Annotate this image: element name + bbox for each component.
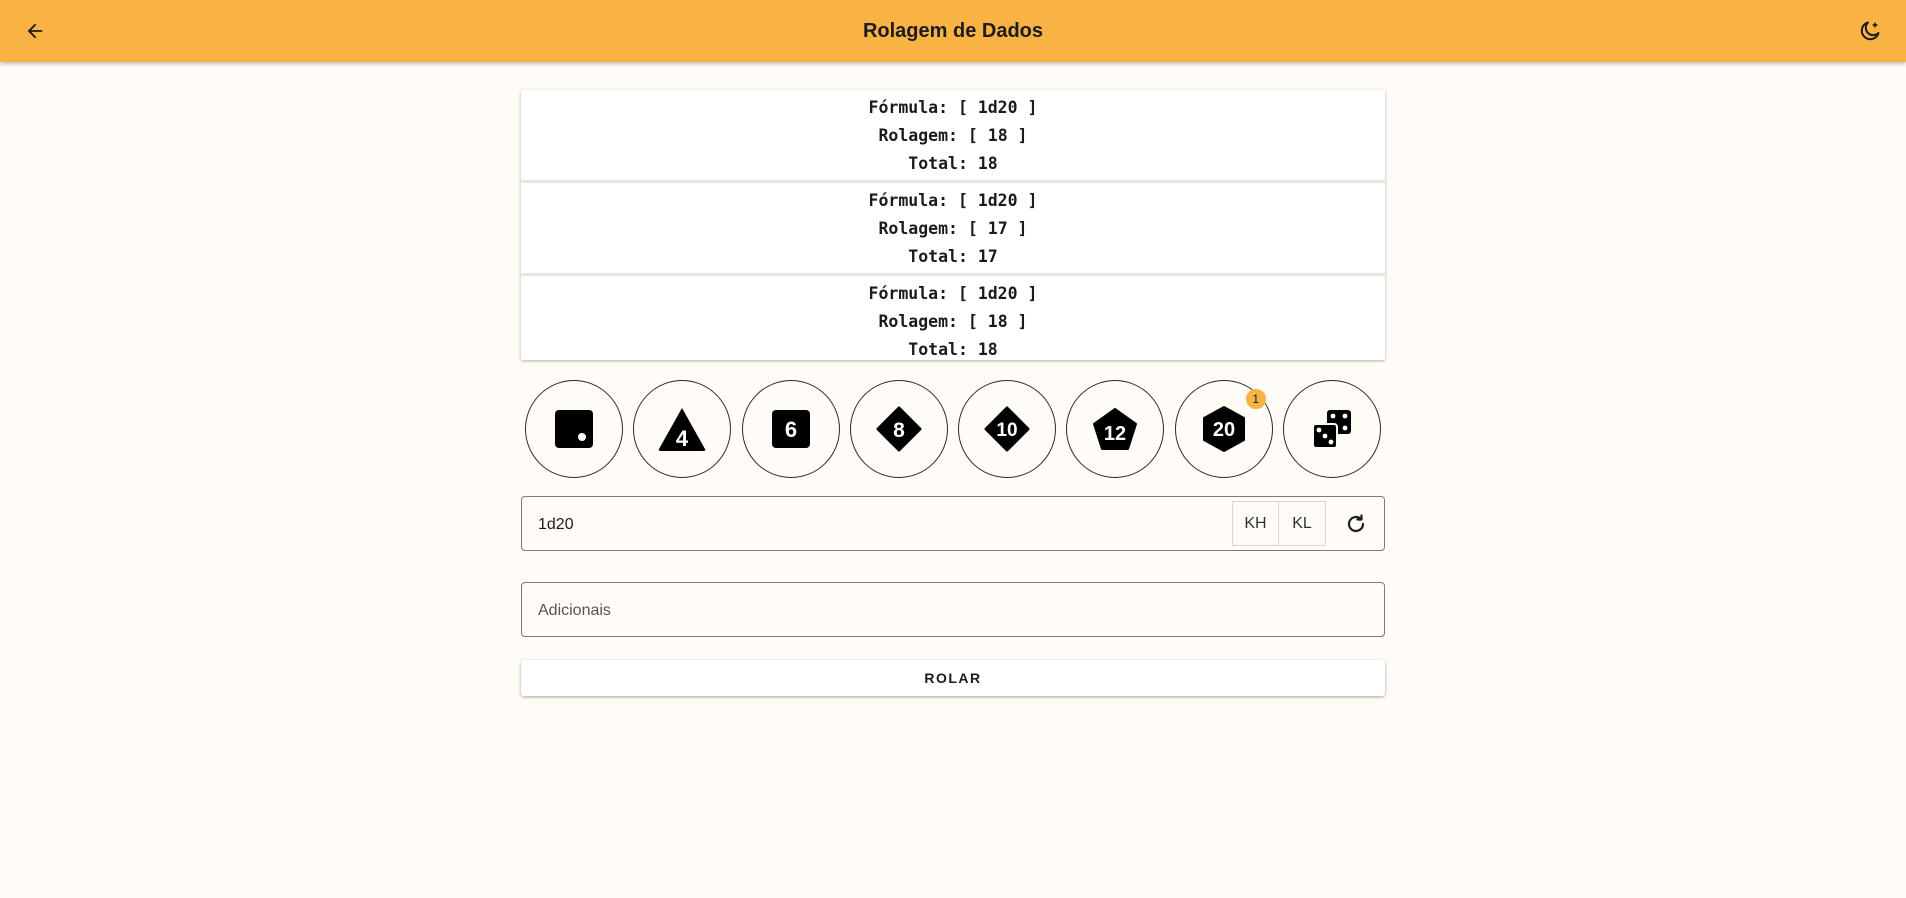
- dice-selector: 4 6 8 10 12 20 1: [525, 380, 1381, 480]
- d2-die-icon: [555, 410, 593, 448]
- roll-formula: Fórmula: [ 1d20 ]: [868, 191, 1038, 210]
- extras-input[interactable]: [536, 583, 1220, 638]
- formula-input[interactable]: [536, 497, 1220, 552]
- roll-formula: Fórmula: [ 1d20 ]: [868, 98, 1038, 117]
- d8-die-icon: 8: [876, 406, 922, 452]
- roll-total: Total: 17: [908, 247, 998, 266]
- app-bar: Rolagem de Dados: [0, 0, 1906, 62]
- roll-result: Fórmula: [ 1d20 ] Rolagem: [ 18 ] Total:…: [521, 90, 1385, 183]
- extras-field: [521, 582, 1385, 638]
- roll-history: Fórmula: [ 1d20 ] Rolagem: [ 18 ] Total:…: [521, 90, 1385, 360]
- d10-die-label: 10: [997, 420, 1018, 441]
- d8-die-button[interactable]: 8: [849, 380, 948, 478]
- roll-values: Rolagem: [ 18 ]: [878, 312, 1028, 331]
- roll-button[interactable]: ROLAR: [521, 660, 1385, 696]
- page-title: Rolagem de Dados: [862, 20, 1044, 42]
- formula-field: KH KL: [521, 496, 1385, 552]
- custom-dice-button[interactable]: [1282, 380, 1381, 478]
- d20-die-icon: 20: [1202, 406, 1245, 452]
- keep-toggle-group: KH KL: [1232, 501, 1326, 546]
- d2-die-button[interactable]: [525, 380, 623, 478]
- d20-die-button[interactable]: 20 1: [1174, 380, 1273, 478]
- custom-dice-icon: [1311, 410, 1351, 449]
- dark-mode-icon: [1860, 21, 1880, 41]
- back-button[interactable]: [18, 14, 52, 48]
- d10-die-icon: 10: [984, 406, 1030, 452]
- d4-die-label: 4: [676, 426, 689, 451]
- theme-toggle-button[interactable]: [1852, 13, 1888, 49]
- d20-die-label: 20: [1213, 419, 1235, 441]
- d12-die-button[interactable]: 12: [1066, 380, 1165, 478]
- roll-result: Fórmula: [ 1d20 ] Rolagem: [ 17 ] Total:…: [521, 183, 1385, 276]
- d6-die-button[interactable]: 6: [741, 380, 840, 478]
- d10-die-button[interactable]: 10: [958, 380, 1057, 478]
- roll-values: Rolagem: [ 17 ]: [878, 219, 1028, 238]
- roll-total: Total: 18: [908, 340, 998, 359]
- roll-total: Total: 18: [908, 154, 998, 173]
- d8-die-label: 8: [893, 419, 905, 442]
- d6-die-label: 6: [784, 417, 796, 442]
- roll-result: Fórmula: [ 1d20 ] Rolagem: [ 18 ] Total:…: [521, 276, 1385, 360]
- d4-die-icon: 4: [659, 408, 706, 451]
- roll-formula: Fórmula: [ 1d20 ]: [868, 284, 1038, 303]
- d4-die-button[interactable]: 4: [633, 380, 732, 478]
- roll-values: Rolagem: [ 18 ]: [878, 126, 1028, 145]
- arrow-back-icon: [27, 23, 43, 39]
- refresh-icon: [1347, 514, 1365, 533]
- reset-formula-button[interactable]: [1340, 508, 1372, 540]
- d12-die-icon: 12: [1093, 408, 1138, 450]
- count-badge: 1: [1245, 389, 1266, 409]
- d6-die-icon: 6: [771, 410, 810, 448]
- d12-die-label: 12: [1104, 423, 1126, 445]
- keep-lowest-button[interactable]: KL: [1279, 501, 1326, 546]
- keep-highest-button[interactable]: KH: [1232, 501, 1279, 546]
